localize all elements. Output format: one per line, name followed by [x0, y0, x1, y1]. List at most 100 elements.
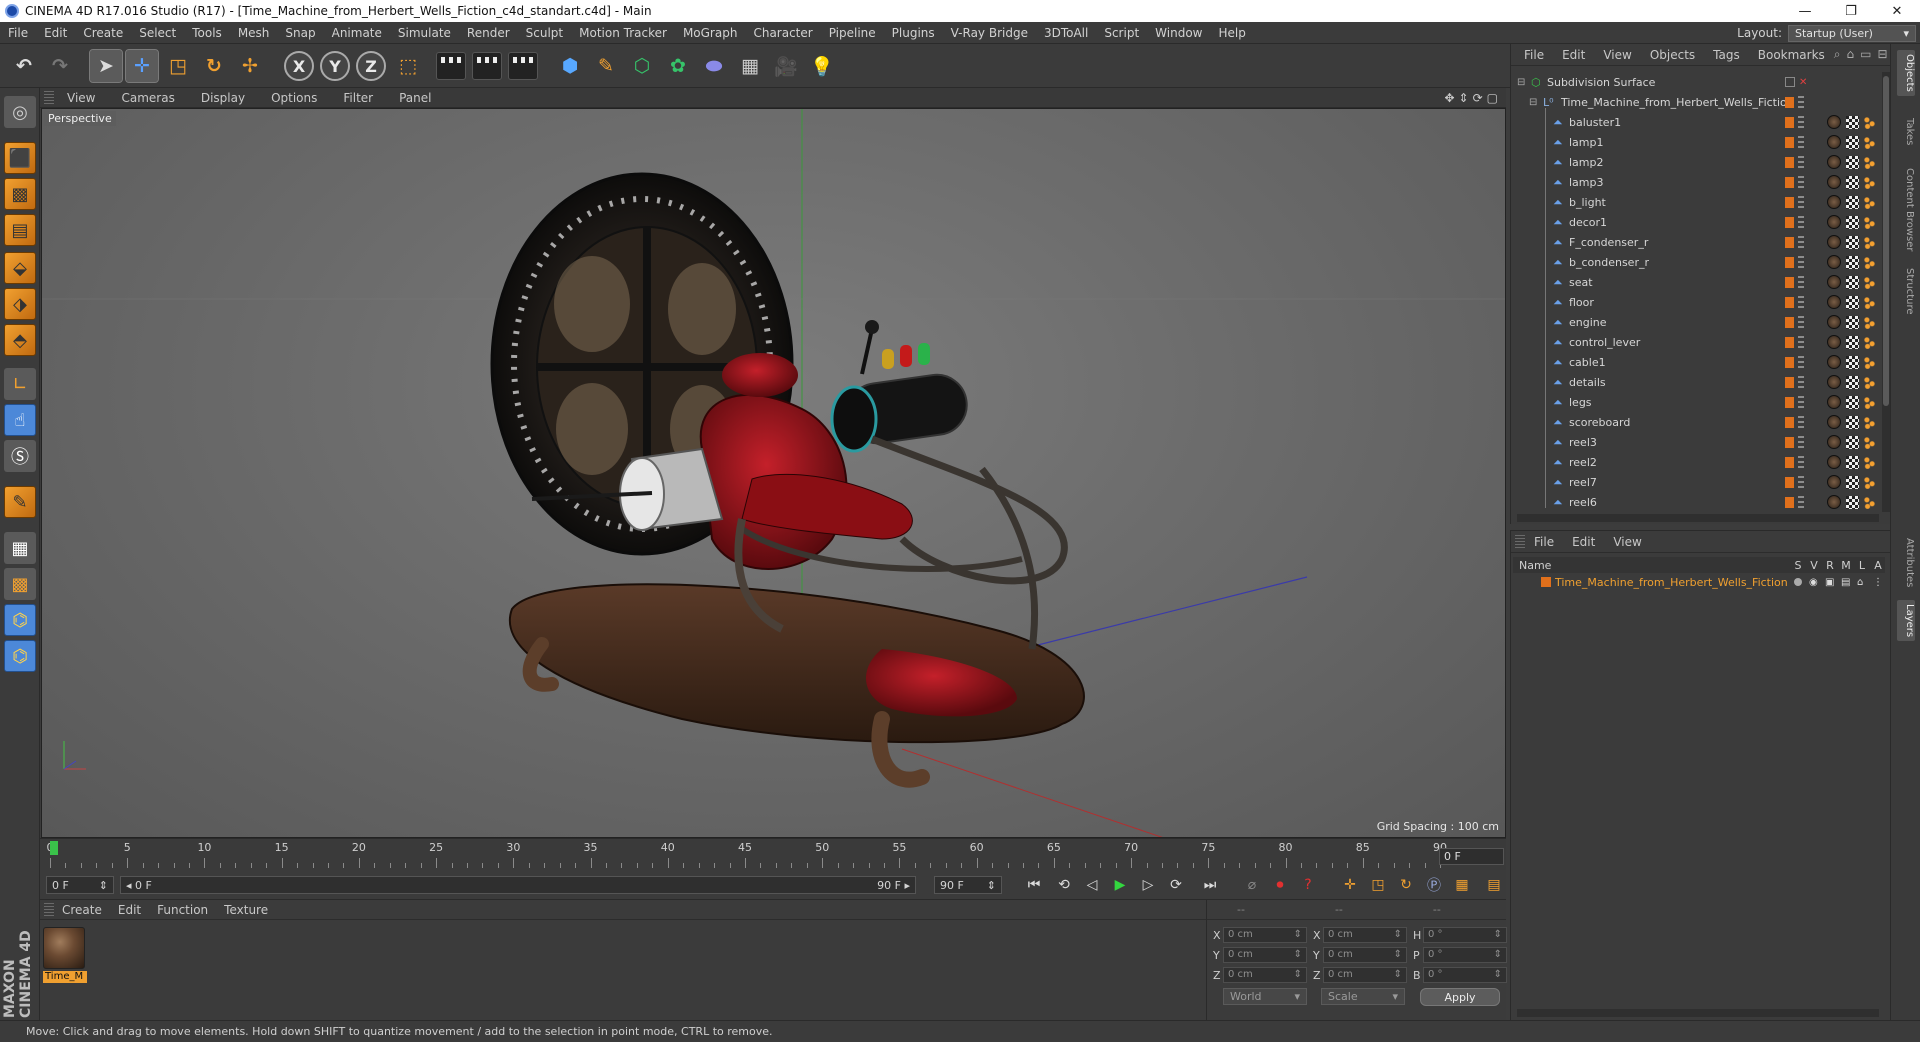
material-swatch[interactable]: Time_M: [43, 927, 87, 985]
tree-row-object[interactable]: ⏶ lamp1: [1511, 132, 1889, 152]
viewport-menu-filter[interactable]: Filter: [330, 91, 386, 105]
deformer-icon[interactable]: ⬬: [698, 50, 730, 82]
eye-icon[interactable]: ◉: [1809, 577, 1818, 588]
z-axis-lock-icon[interactable]: Z: [356, 51, 386, 81]
tree-row-object[interactable]: ⏶ lamp3: [1511, 172, 1889, 192]
object-menu-edit[interactable]: Edit: [1553, 48, 1594, 62]
layer-menu-view[interactable]: View: [1604, 535, 1650, 549]
tree-row-object[interactable]: ⏶ reel2: [1511, 452, 1889, 472]
points-mode-icon[interactable]: ⬙: [4, 252, 36, 284]
visibility-dots[interactable]: [1798, 356, 1804, 368]
menu-create[interactable]: Create: [75, 22, 131, 44]
timeline-playhead[interactable]: [50, 841, 58, 855]
checker-tag-icon[interactable]: [1846, 175, 1859, 189]
material-tag-icon[interactable]: [1827, 435, 1841, 449]
key-position-icon[interactable]: ✛: [1338, 874, 1362, 896]
phong-tag-icon[interactable]: [1863, 275, 1876, 289]
visibility-dots[interactable]: [1798, 276, 1804, 288]
material-tag-icon[interactable]: [1827, 195, 1841, 209]
expand-icon[interactable]: ⊟: [1878, 47, 1888, 62]
material-tag-icon[interactable]: [1827, 155, 1841, 169]
disable-x-icon[interactable]: ✕: [1799, 77, 1807, 88]
visibility-dots[interactable]: [1798, 96, 1804, 108]
layer-color-swatch[interactable]: [1785, 296, 1794, 308]
y-axis-lock-icon[interactable]: Y: [320, 51, 350, 81]
phong-tag-icon[interactable]: [1863, 135, 1876, 149]
material-tag-icon[interactable]: [1827, 135, 1841, 149]
record-active-icon[interactable]: ⏺: [1268, 874, 1292, 896]
layer-color-swatch[interactable]: [1785, 276, 1794, 288]
visibility-dots[interactable]: [1798, 376, 1804, 388]
planar-workplane-icon[interactable]: ▦: [4, 532, 36, 564]
tree-row-object[interactable]: ⏶ cable1: [1511, 352, 1889, 372]
visibility-dots[interactable]: [1798, 176, 1804, 188]
phong-tag-icon[interactable]: [1863, 335, 1876, 349]
tree-row-object[interactable]: ⏶ b_light: [1511, 192, 1889, 212]
phong-tag-icon[interactable]: [1863, 475, 1876, 489]
tree-row-object[interactable]: ⏶ reel7: [1511, 472, 1889, 492]
menu-character[interactable]: Character: [745, 22, 820, 44]
object-horizontal-scrollbar[interactable]: [1517, 514, 1879, 522]
python-console-icon[interactable]: ⌬: [4, 640, 36, 672]
close-button[interactable]: ✕: [1874, 0, 1920, 22]
phong-tag-icon[interactable]: [1863, 495, 1876, 509]
tab-structure[interactable]: Structure: [1897, 264, 1915, 319]
layer-color-swatch[interactable]: [1785, 436, 1794, 448]
tab-layers[interactable]: Layers: [1897, 600, 1915, 642]
checker-tag-icon[interactable]: [1846, 115, 1859, 129]
rotation-h-field[interactable]: 0 ° ⇕: [1423, 927, 1507, 943]
viewport-menu-cameras[interactable]: Cameras: [108, 91, 187, 105]
animation-toggle-icon[interactable]: ⋮: [1873, 577, 1883, 588]
layer-color-swatch[interactable]: [1785, 116, 1794, 128]
checker-tag-icon[interactable]: [1846, 235, 1859, 249]
viewport-menu-display[interactable]: Display: [188, 91, 258, 105]
layer-color-swatch[interactable]: [1785, 256, 1794, 268]
polygons-mode-icon[interactable]: ⬘: [4, 324, 36, 356]
visibility-dots[interactable]: [1798, 256, 1804, 268]
menu-motion-tracker[interactable]: Motion Tracker: [571, 22, 675, 44]
panel-grip-icon[interactable]: [44, 902, 54, 917]
layer-color-swatch[interactable]: [1785, 216, 1794, 228]
redo-icon[interactable]: ↷: [44, 50, 76, 82]
position-y-field[interactable]: 0 cm ⇕: [1223, 947, 1307, 963]
go-to-start-icon[interactable]: ⏮: [1022, 874, 1046, 896]
material-menu-create[interactable]: Create: [54, 903, 110, 917]
phong-tag-icon[interactable]: [1863, 195, 1876, 209]
phong-tag-icon[interactable]: [1863, 415, 1876, 429]
layer-color-swatch[interactable]: [1785, 416, 1794, 428]
object-menu-bookmarks[interactable]: Bookmarks: [1749, 48, 1834, 62]
menu-sculpt[interactable]: Sculpt: [518, 22, 571, 44]
play-icon[interactable]: ▶: [1108, 874, 1132, 896]
minimize-button[interactable]: —: [1782, 0, 1828, 22]
tree-row-object[interactable]: ⏶ seat: [1511, 272, 1889, 292]
layer-color-swatch[interactable]: [1541, 577, 1551, 587]
visibility-dots[interactable]: [1798, 296, 1804, 308]
size-z-field[interactable]: 0 cm ⇕: [1323, 967, 1407, 983]
size-y-field[interactable]: 0 cm ⇕: [1323, 947, 1407, 963]
checker-tag-icon[interactable]: [1846, 295, 1859, 309]
phong-tag-icon[interactable]: [1863, 115, 1876, 129]
lock-icon[interactable]: ⌂: [1857, 577, 1863, 588]
layer-color-swatch[interactable]: [1785, 156, 1794, 168]
material-tag-icon[interactable]: [1827, 275, 1841, 289]
apply-button[interactable]: Apply: [1420, 988, 1500, 1006]
locked-workplane-icon[interactable]: ✎: [4, 486, 36, 518]
light-icon[interactable]: 💡: [806, 50, 838, 82]
phong-tag-icon[interactable]: [1863, 395, 1876, 409]
workplane-mode-icon[interactable]: ▤: [4, 214, 36, 246]
tree-row-object[interactable]: ⏶ decor1: [1511, 212, 1889, 232]
keyframe-selection-icon[interactable]: ⌀: [1240, 874, 1264, 896]
layer-color-swatch[interactable]: [1785, 316, 1794, 328]
orbit-icon[interactable]: ⟳: [1473, 91, 1483, 105]
material-tag-icon[interactable]: [1827, 115, 1841, 129]
menu-help[interactable]: Help: [1210, 22, 1253, 44]
maximize-view-icon[interactable]: ▢: [1487, 91, 1498, 105]
phong-tag-icon[interactable]: [1863, 435, 1876, 449]
checker-tag-icon[interactable]: [1846, 395, 1859, 409]
render-settings-icon[interactable]: [508, 52, 538, 80]
checker-tag-icon[interactable]: [1846, 475, 1859, 489]
material-tag-icon[interactable]: [1827, 395, 1841, 409]
visibility-dots[interactable]: [1798, 476, 1804, 488]
layer-color-swatch[interactable]: [1785, 236, 1794, 248]
tree-row-object[interactable]: ⏶ reel3: [1511, 432, 1889, 452]
